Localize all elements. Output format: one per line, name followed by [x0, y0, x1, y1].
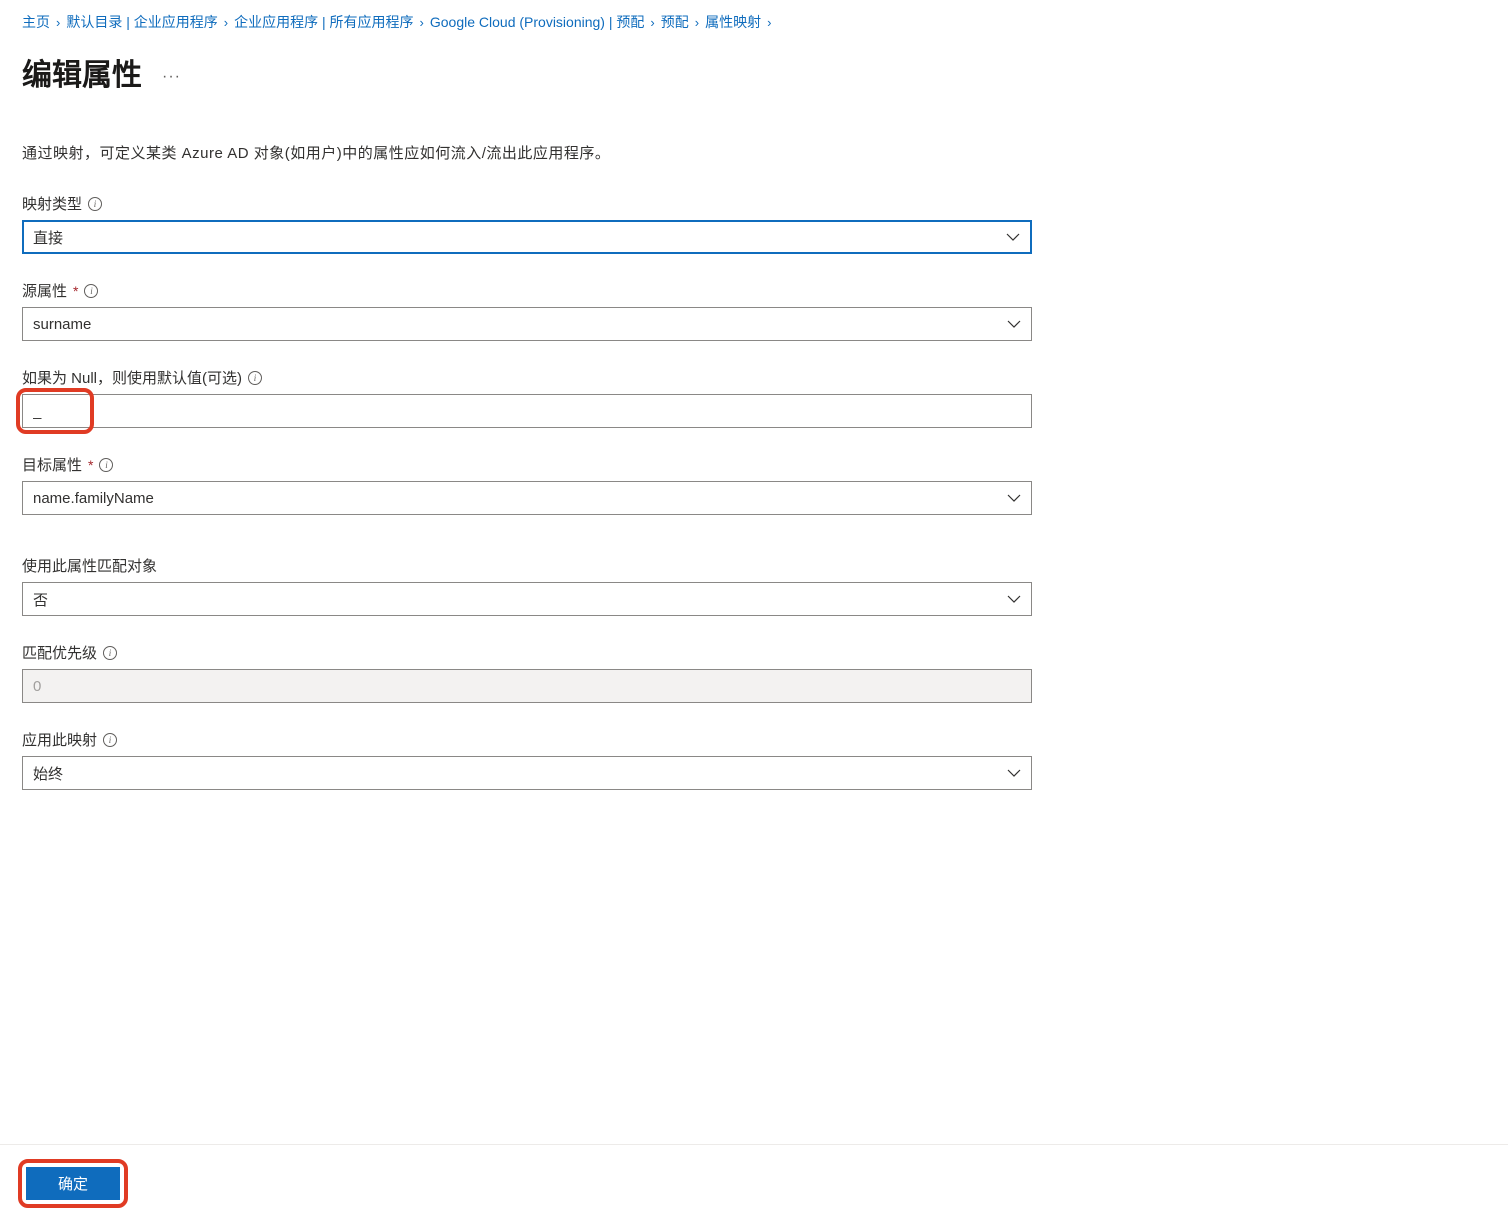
- target-attribute-label: 目标属性: [22, 454, 82, 475]
- target-attribute-group: 目标属性 * i name.familyName: [22, 454, 1032, 515]
- match-objects-group: 使用此属性匹配对象 否: [22, 555, 1032, 616]
- chevron-right-icon: ›: [56, 15, 60, 30]
- source-attribute-group: 源属性 * i surname: [22, 280, 1032, 341]
- breadcrumb-default-directory[interactable]: 默认目录 | 企业应用程序: [66, 12, 217, 32]
- more-actions-button[interactable]: ···: [162, 58, 181, 86]
- info-icon[interactable]: i: [103, 733, 117, 747]
- page-description: 通过映射，可定义某类 Azure AD 对象(如用户)中的属性应如何流入/流出此…: [22, 142, 1486, 163]
- info-icon[interactable]: i: [88, 197, 102, 211]
- chevron-down-icon: [1007, 317, 1021, 331]
- chevron-right-icon: ›: [650, 15, 654, 30]
- source-attribute-select[interactable]: surname: [22, 307, 1032, 341]
- match-objects-select[interactable]: 否: [22, 582, 1032, 616]
- chevron-right-icon: ›: [420, 15, 424, 30]
- match-objects-label: 使用此属性匹配对象: [22, 555, 157, 576]
- matching-precedence-group: 匹配优先级 i: [22, 642, 1032, 703]
- source-attribute-value: surname: [33, 316, 91, 333]
- match-objects-value: 否: [33, 589, 48, 610]
- breadcrumb-home[interactable]: 主页: [22, 12, 50, 32]
- chevron-right-icon: ›: [695, 15, 699, 30]
- ok-button[interactable]: 确定: [26, 1167, 120, 1200]
- breadcrumb: 主页 › 默认目录 | 企业应用程序 › 企业应用程序 | 所有应用程序 › G…: [22, 12, 1486, 32]
- breadcrumb-attribute-mapping[interactable]: 属性映射: [705, 12, 761, 32]
- breadcrumb-enterprise-apps[interactable]: 企业应用程序 | 所有应用程序: [234, 12, 413, 32]
- highlight-callout: 确定: [18, 1159, 128, 1208]
- info-icon[interactable]: i: [99, 458, 113, 472]
- matching-precedence-input: [22, 669, 1032, 703]
- apply-mapping-label: 应用此映射: [22, 729, 97, 750]
- breadcrumb-provisioning[interactable]: 预配: [661, 12, 689, 32]
- target-attribute-value: name.familyName: [33, 490, 154, 507]
- source-attribute-label: 源属性: [22, 280, 67, 301]
- apply-mapping-select[interactable]: 始终: [22, 756, 1032, 790]
- apply-mapping-value: 始终: [33, 763, 63, 784]
- target-attribute-select[interactable]: name.familyName: [22, 481, 1032, 515]
- mapping-type-value: 直接: [33, 227, 63, 248]
- chevron-down-icon: [1007, 592, 1021, 606]
- chevron-right-icon: ›: [224, 15, 228, 30]
- chevron-down-icon: [1007, 766, 1021, 780]
- required-indicator: *: [73, 283, 78, 299]
- apply-mapping-group: 应用此映射 i 始终: [22, 729, 1032, 790]
- mapping-type-label: 映射类型: [22, 193, 82, 214]
- info-icon[interactable]: i: [84, 284, 98, 298]
- info-icon[interactable]: i: [248, 371, 262, 385]
- default-if-null-input[interactable]: [22, 394, 1032, 428]
- page-title: 编辑属性: [22, 50, 142, 94]
- required-indicator: *: [88, 457, 93, 473]
- page-title-row: 编辑属性 ···: [22, 50, 1486, 94]
- chevron-down-icon: [1006, 230, 1020, 244]
- default-if-null-group: 如果为 Null，则使用默认值(可选) i: [22, 367, 1032, 428]
- info-icon[interactable]: i: [103, 646, 117, 660]
- mapping-type-select[interactable]: 直接: [22, 220, 1032, 254]
- mapping-type-group: 映射类型 i 直接: [22, 193, 1032, 254]
- chevron-right-icon: ›: [767, 15, 771, 30]
- matching-precedence-label: 匹配优先级: [22, 642, 97, 663]
- bottom-action-bar: 确定: [0, 1144, 1508, 1226]
- default-if-null-label: 如果为 Null，则使用默认值(可选): [22, 367, 242, 388]
- breadcrumb-google-cloud-provisioning[interactable]: Google Cloud (Provisioning) | 预配: [430, 12, 645, 32]
- chevron-down-icon: [1007, 491, 1021, 505]
